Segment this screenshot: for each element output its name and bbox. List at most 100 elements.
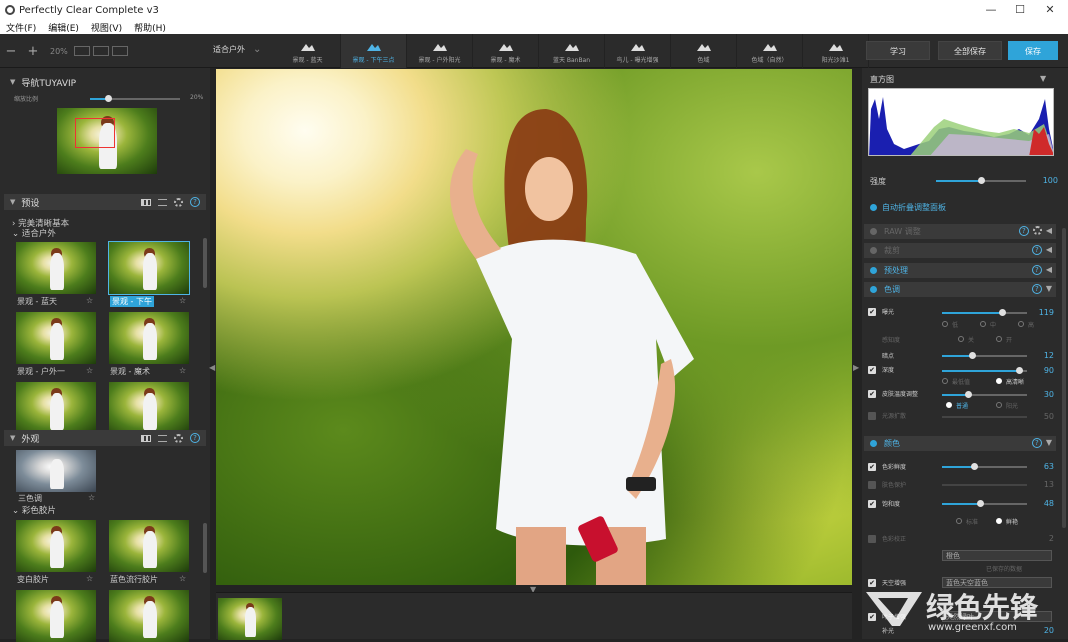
section-toggle-dot[interactable] <box>870 247 877 254</box>
section-preprocess[interactable]: 预处理? ◀ <box>864 263 1056 278</box>
section-raw[interactable]: RAW 调整? ◀ <box>864 224 1056 239</box>
tint-mode-dropdown[interactable]: 橙色 <box>942 550 1052 561</box>
expand-down-icon[interactable]: ▼ <box>1046 284 1052 294</box>
favorite-star-icon[interactable]: ☆ <box>179 366 186 375</box>
collapse-triangle-icon[interactable]: ▼ <box>10 78 15 86</box>
preset-thumbnail[interactable] <box>16 242 96 294</box>
section-toggle-dot[interactable] <box>870 267 877 274</box>
collapse-left-icon[interactable]: ◀ <box>1046 265 1052 275</box>
menu-view[interactable]: 视图(V) <box>91 21 122 34</box>
navigator-zoom-slider[interactable] <box>90 95 180 102</box>
strength-slider[interactable] <box>936 177 1026 184</box>
depth-min-radio[interactable] <box>942 378 948 384</box>
collapse-left-icon[interactable]: ◀ <box>1046 245 1052 255</box>
section-toggle-dot[interactable] <box>870 286 877 293</box>
skin-normal-radio[interactable] <box>946 402 952 408</box>
favorite-star-icon[interactable]: ☆ <box>179 574 186 583</box>
preset-thumbnail[interactable] <box>16 382 96 434</box>
help-icon[interactable]: ? <box>1031 265 1042 275</box>
sensitivity-off-radio[interactable] <box>958 336 964 342</box>
vividness-checkbox[interactable]: ✔ <box>868 500 876 508</box>
collapse-triangle-icon[interactable]: ▼ <box>10 198 15 206</box>
grid-view-icon[interactable] <box>141 198 151 206</box>
menu-edit[interactable]: 编辑(E) <box>48 21 79 34</box>
close-button[interactable]: ✕ <box>1033 0 1067 20</box>
vibrancy-slider[interactable] <box>942 463 1027 470</box>
depth-checkbox[interactable]: ✔ <box>868 366 876 374</box>
help-icon[interactable]: ? <box>1018 226 1029 236</box>
main-image-viewer[interactable] <box>216 69 852 585</box>
help-icon[interactable]: ? <box>1031 284 1042 294</box>
help-icon[interactable]: ? <box>1031 245 1042 255</box>
favorite-star-icon[interactable]: ☆ <box>86 296 93 305</box>
preset-thumbnail[interactable] <box>109 382 189 434</box>
collapse-left-arrow-icon[interactable]: ◀ <box>209 363 215 372</box>
gear-icon[interactable] <box>174 433 183 443</box>
auto-collapse-dot[interactable] <box>870 204 877 211</box>
favorite-star-icon[interactable]: ☆ <box>179 296 186 305</box>
presets-header[interactable]: ▼ 预设 ? <box>4 194 206 210</box>
menu-help[interactable]: 帮助(H) <box>134 21 166 34</box>
collapse-left-icon[interactable]: ◀ <box>1046 226 1052 236</box>
preset-thumbnail[interactable] <box>109 590 189 642</box>
looks-header[interactable]: ▼ 外观 ? <box>4 430 206 446</box>
filmstrip-thumbnail[interactable] <box>218 598 282 640</box>
navigator-thumbnail[interactable] <box>57 108 157 174</box>
auto-collapse-label[interactable]: 自动折叠调整面板 <box>882 202 946 213</box>
favorite-star-icon[interactable]: ☆ <box>86 574 93 583</box>
preset-thumbnail[interactable] <box>109 520 189 572</box>
collapse-triangle-icon[interactable]: ▼ <box>10 434 15 442</box>
favorite-star-icon[interactable]: ☆ <box>88 493 95 502</box>
skintone-checkbox[interactable] <box>868 481 876 489</box>
zoom-in-button[interactable]: + <box>22 44 44 59</box>
tree-item-outdoor[interactable]: ⌄ 适合户外 <box>12 227 56 239</box>
exposure-checkbox[interactable]: ✔ <box>868 308 876 316</box>
preset-2[interactable]: 景观 - 户外阳光 <box>407 34 473 68</box>
preset-8[interactable]: 阳光沙滩1 <box>803 34 869 68</box>
tree-item-film[interactable]: ⌄ 彩色胶片 <box>12 504 56 516</box>
skin-temp-checkbox[interactable]: ✔ <box>868 390 876 398</box>
preset-6[interactable]: 色域 <box>671 34 737 68</box>
gear-icon[interactable] <box>1032 226 1042 235</box>
section-color[interactable]: 颜色? ▼ <box>864 436 1056 451</box>
navigator-viewport-box[interactable] <box>75 118 115 148</box>
section-crop[interactable]: 裁剪? ◀ <box>864 243 1056 258</box>
list-view-icon[interactable] <box>158 434 167 442</box>
help-icon[interactable]: ? <box>190 433 200 443</box>
looks-scrollbar[interactable] <box>203 523 207 573</box>
single-view-icon[interactable] <box>73 46 90 56</box>
skin-temp-slider[interactable] <box>942 391 1027 398</box>
collapse-right-arrow-icon[interactable]: ▶ <box>853 363 859 372</box>
depth-hd-radio[interactable] <box>996 378 1002 384</box>
histogram-menu-icon[interactable]: ▼ <box>1040 74 1046 83</box>
vividness-slider[interactable] <box>942 500 1027 507</box>
sensitivity-on-radio[interactable] <box>996 336 1002 342</box>
split-view-icon[interactable] <box>92 46 109 56</box>
save-button[interactable]: 保存 <box>1008 41 1058 60</box>
right-panel-scrollbar[interactable] <box>1062 228 1066 528</box>
list-view-icon[interactable] <box>158 198 167 206</box>
exposure-low-radio[interactable] <box>942 321 948 327</box>
tint-checkbox[interactable] <box>868 535 876 543</box>
preset-thumbnail[interactable] <box>109 312 189 364</box>
dark-point-slider[interactable] <box>942 352 1027 359</box>
section-toggle-dot[interactable] <box>870 228 877 235</box>
favorite-star-icon[interactable]: ☆ <box>86 366 93 375</box>
light-diffuse-checkbox[interactable] <box>868 412 876 420</box>
look-thumbnail[interactable] <box>16 450 96 492</box>
exposure-slider[interactable] <box>942 309 1027 316</box>
light-diffuse-slider[interactable] <box>942 416 1027 418</box>
depth-slider[interactable] <box>942 367 1027 374</box>
exposure-high-radio[interactable] <box>1018 321 1024 327</box>
maximize-button[interactable]: ☐ <box>1003 0 1037 20</box>
preset-thumbnail[interactable] <box>16 312 96 364</box>
learn-button[interactable]: 学习 <box>866 41 930 60</box>
section-toggle-dot[interactable] <box>870 440 877 447</box>
preset-0[interactable]: 景观 - 蓝天 <box>275 34 341 68</box>
vibrancy-checkbox[interactable]: ✔ <box>868 463 876 471</box>
zoom-out-button[interactable]: − <box>0 44 22 59</box>
help-icon[interactable]: ? <box>190 197 200 207</box>
preset-category-select[interactable]: 适合户外 ⌄ <box>213 44 261 55</box>
exposure-mid-radio[interactable] <box>980 321 986 327</box>
presets-scrollbar[interactable] <box>203 238 207 288</box>
